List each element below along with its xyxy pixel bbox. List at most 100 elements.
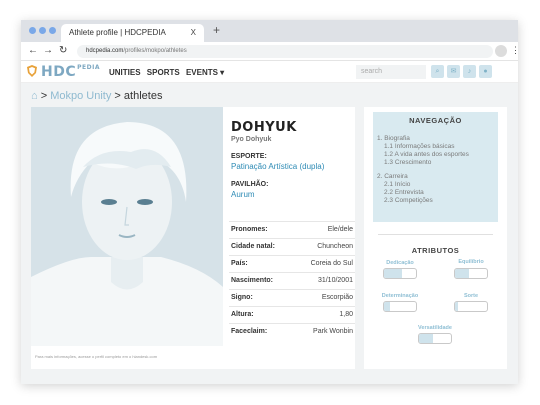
- toc-item[interactable]: 1. Biografia: [377, 135, 498, 143]
- attribute-bar-fill: [419, 334, 434, 343]
- home-icon[interactable]: ⌂: [31, 90, 38, 102]
- sport-label: ESPORTE:: [231, 153, 267, 160]
- user-icon[interactable]: ●: [479, 65, 492, 78]
- detail-value: 1,80: [339, 311, 353, 318]
- attribute-bar-fill: [384, 302, 391, 311]
- toc-item[interactable]: 1.2 A vida antes dos esportes: [377, 151, 498, 159]
- toc-item[interactable]: 2.2 Entrevista: [377, 189, 498, 197]
- attribute-label: Equilíbrio: [458, 259, 484, 265]
- table-row: Nascimento: 31/10/2001: [229, 272, 355, 289]
- attribute-bar-fill: [455, 302, 459, 311]
- toc-item[interactable]: 2.3 Competições: [377, 197, 498, 205]
- site-navbar: HDCPEDIA UNITIES SPORTS EVENTS ▾ search …: [21, 61, 518, 83]
- pavilion-link[interactable]: Aurum: [231, 190, 355, 199]
- table-row: Faceclaim: Park Wonbin: [229, 323, 355, 340]
- detail-key: Pronomes:: [231, 226, 268, 233]
- breadcrumb: ⌂ > Mokpo Unity > athletes: [31, 90, 162, 102]
- breadcrumb-sep-2: >: [114, 90, 121, 102]
- attribute-bar-fill: [384, 269, 402, 278]
- pavilion-label: PAVILHÃO:: [231, 181, 269, 188]
- detail-value: Chuncheon: [317, 243, 353, 250]
- breadcrumb-unity[interactable]: Mokpo Unity: [50, 90, 111, 102]
- menu-sports[interactable]: SPORTS: [147, 68, 180, 77]
- logo-text: HDC: [41, 64, 77, 80]
- menu-events[interactable]: EVENTS ▾: [186, 68, 224, 77]
- menu-unities[interactable]: UNITIES: [109, 68, 141, 77]
- browser-tab[interactable]: Athlete profile | HDCPEDIA X: [61, 24, 204, 42]
- attribute-bar-determinacao: [383, 301, 417, 312]
- table-row: Pronomes: Ele/dele: [229, 221, 355, 238]
- detail-key: Altura:: [231, 311, 254, 318]
- athlete-info: DOHYUK Pyo Dohyuk ESPORTE: Patinação Art…: [231, 107, 355, 199]
- browser-window: Athlete profile | HDCPEDIA X + ← → ↻ hdc…: [21, 20, 518, 384]
- browser-toolbar: ← → ↻ hdcpedia.com/profiles/mokpo/athlet…: [21, 42, 518, 61]
- attributes-title: ATRIBUTOS: [411, 246, 460, 255]
- attribute-bar-versatilidade: [418, 333, 452, 344]
- bell-icon[interactable]: ♪: [463, 65, 476, 78]
- window-close-dot[interactable]: [29, 27, 36, 34]
- toc-item[interactable]: 1.3 Crescimento: [377, 159, 498, 167]
- attribute-bar-dedicacao: [383, 268, 417, 279]
- attribute-bar-sorte: [454, 301, 488, 312]
- tab-close-button[interactable]: X: [191, 28, 196, 37]
- window-maximize-dot[interactable]: [49, 27, 56, 34]
- detail-key: Faceclaim:: [231, 328, 268, 335]
- search-input[interactable]: search: [356, 65, 426, 79]
- attribute-label: Versatilidade: [418, 325, 452, 331]
- window-minimize-dot[interactable]: [39, 27, 46, 34]
- detail-key: País:: [231, 260, 248, 267]
- main-menu: UNITIES SPORTS EVENTS ▾: [109, 68, 228, 77]
- profile-icon[interactable]: [495, 45, 507, 57]
- athlete-photo: [31, 107, 223, 346]
- portrait-illustration: [31, 107, 223, 346]
- attribute-label: Sorte: [463, 293, 479, 299]
- athlete-full-name: Pyo Dohyuk: [231, 136, 272, 143]
- search-icon[interactable]: ⌕: [431, 65, 444, 78]
- detail-value: Park Wonbin: [313, 328, 353, 335]
- url-domain: hdcpedia.com: [86, 48, 124, 54]
- detail-key: Cidade natal:: [231, 243, 275, 250]
- athlete-card: Para mais informações, acesse o perfil c…: [31, 107, 355, 369]
- table-row: Cidade natal: Chuncheon: [229, 238, 355, 255]
- shield-logo-icon: [27, 65, 37, 77]
- back-arrow-icon[interactable]: ←: [28, 45, 38, 56]
- tab-bar: Athlete profile | HDCPEDIA X +: [21, 20, 518, 42]
- attribute-label: Dedicação: [386, 260, 414, 266]
- attribute-label: Determinação: [381, 293, 419, 299]
- table-row: Signo: Escorpião: [229, 289, 355, 306]
- toc-item[interactable]: 2. Carreira: [377, 173, 498, 181]
- tab-title: Athlete profile | HDCPEDIA: [69, 28, 166, 37]
- table-of-contents: 1. Biografia 1.1 Informações básicas 1.2…: [373, 135, 498, 205]
- detail-value: Ele/dele: [327, 226, 353, 233]
- table-row: País: Coreia do Sul: [229, 255, 355, 272]
- forward-arrow-icon[interactable]: →: [43, 45, 53, 56]
- details-table: Pronomes: Ele/dele Cidade natal: Chuncheon…: [229, 221, 355, 340]
- new-tab-button[interactable]: +: [213, 23, 220, 37]
- sidebar-panel: NAVEGAÇÃO 1. Biografia 1.1 Informações b…: [364, 107, 507, 369]
- mail-icon[interactable]: ✉: [447, 65, 460, 78]
- breadcrumb-page: athletes: [123, 90, 163, 102]
- navigation-title: NAVEGAÇÃO: [409, 116, 462, 125]
- toc-item[interactable]: 2.1 Início: [377, 181, 498, 189]
- detail-key: Nascimento:: [231, 277, 274, 284]
- reload-icon[interactable]: ↻: [59, 45, 67, 56]
- kebab-menu-icon[interactable]: ⋮: [511, 45, 518, 56]
- table-row: Altura: 1,80: [229, 306, 355, 323]
- detail-value: Coreia do Sul: [310, 260, 353, 267]
- detail-key: Signo:: [231, 294, 253, 301]
- divider: [378, 234, 493, 235]
- address-bar[interactable]: hdcpedia.com/profiles/mokpo/athletes: [77, 45, 493, 58]
- detail-value: Escorpião: [321, 294, 353, 301]
- page-content: ⌂ > Mokpo Unity > athletes Para mais inf…: [21, 84, 518, 384]
- toc-item[interactable]: 1.1 Informações básicas: [377, 143, 498, 151]
- site-logo[interactable]: HDCPEDIA: [27, 64, 100, 80]
- breadcrumb-sep-1: >: [40, 90, 48, 102]
- navigation-box: NAVEGAÇÃO 1. Biografia 1.1 Informações b…: [373, 112, 498, 222]
- photo-caption: Para mais informações, acesse o perfil c…: [35, 354, 158, 359]
- attribute-bar-equilibrio: [454, 268, 488, 279]
- url-path: /profiles/mokpo/athletes: [123, 48, 187, 54]
- athlete-name: DOHYUK: [231, 120, 297, 135]
- detail-value: 31/10/2001: [317, 277, 353, 284]
- logo-sup: PEDIA: [77, 64, 100, 71]
- sport-link[interactable]: Patinação Artística (dupla): [231, 162, 355, 171]
